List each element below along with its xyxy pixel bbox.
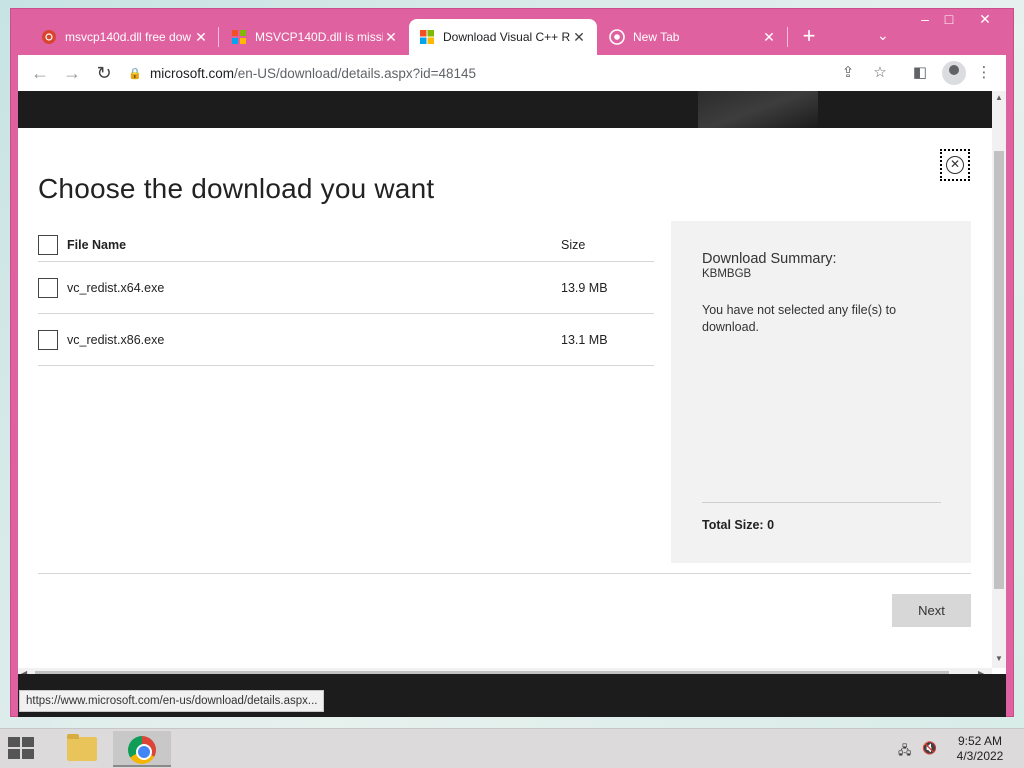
volume-muted-icon[interactable]: 🔇: [922, 741, 937, 755]
share-icon[interactable]: ⇪: [838, 63, 858, 83]
download-summary-panel: Download Summary: KBMBGB You have not se…: [671, 221, 971, 563]
forward-arrow-icon[interactable]: →: [60, 61, 84, 85]
column-header-file-name: File Name: [67, 237, 127, 252]
browser-window: msvcp140d.dll free dow ✕ MSVCP140D.dll i…: [10, 8, 1014, 717]
vertical-scroll-thumb[interactable]: [994, 151, 1004, 589]
column-header-size: Size: [561, 237, 586, 252]
windows-logo-icon: [22, 749, 34, 759]
bookmark-star-icon[interactable]: ☆: [870, 63, 890, 83]
summary-divider: [702, 502, 941, 503]
tab-close-icon[interactable]: ✕: [383, 29, 399, 46]
tab-close-icon[interactable]: ✕: [571, 29, 587, 46]
page-viewport: ✕ Choose the download you want File Name…: [18, 91, 1006, 674]
link-status-bubble: https://www.microsoft.com/en-us/download…: [19, 690, 325, 712]
file-list-header: File Name Size: [38, 228, 654, 262]
next-button[interactable]: Next: [892, 594, 971, 627]
tab-title: New Tab: [633, 30, 680, 44]
new-tab-button[interactable]: +: [797, 25, 821, 47]
close-dialog-button[interactable]: ✕: [940, 149, 970, 181]
file-checkbox[interactable]: [38, 277, 58, 298]
file-name: vc_redist.x64.exe: [67, 280, 165, 295]
profile-avatar-icon[interactable]: [942, 61, 966, 85]
windows-logo-icon: [8, 749, 20, 759]
chrome-icon: [609, 29, 625, 45]
tab-divider: [787, 27, 788, 47]
summary-title: Download Summary:: [702, 251, 837, 267]
summary-total: Total Size: 0: [702, 518, 774, 532]
windows-logo-icon: [232, 30, 246, 44]
folder-icon: [67, 734, 97, 761]
clock-time: 9:52 AM: [957, 734, 1003, 748]
file-checkbox[interactable]: [38, 329, 58, 350]
tab-new-tab[interactable]: New Tab ✕: [599, 19, 787, 55]
tab-title: Download Visual C++ R: [443, 30, 571, 44]
chrome-icon: [128, 736, 156, 764]
taskbar: 🖧 🔇 9:52 AM 4/3/2022: [0, 728, 1024, 768]
file-name: vc_redist.x86.exe: [67, 332, 165, 347]
tab-search-button[interactable]: ⌄: [877, 27, 889, 44]
kebab-menu-icon[interactable]: ⋮: [974, 63, 994, 83]
address-path: /en-US/download/details.aspx?id=48145: [234, 65, 477, 81]
page-hero-banner: [18, 91, 1006, 128]
address-host: microsoft.com: [150, 65, 235, 81]
back-arrow-icon[interactable]: ←: [28, 61, 52, 85]
lock-icon: 🔒: [128, 68, 142, 80]
select-all-checkbox[interactable]: [38, 234, 58, 255]
network-icon[interactable]: 🖧: [898, 741, 911, 762]
total-size-label: Total Size:: [702, 518, 768, 532]
taskbar-file-explorer[interactable]: [52, 731, 110, 767]
tab-divider: [218, 27, 219, 47]
file-list: File Name Size vc_redist.x64.exe 13.9 MB…: [38, 228, 654, 366]
file-row: vc_redist.x86.exe 13.1 MB: [38, 314, 654, 366]
scroll-up-arrow-icon[interactable]: ▲: [995, 93, 1003, 102]
summary-code: KBMBGB: [702, 268, 752, 280]
tab-close-icon[interactable]: ✕: [761, 29, 777, 46]
taskbar-clock[interactable]: 9:52 AM 4/3/2022: [950, 734, 1010, 764]
windows-logo-icon: [8, 737, 20, 747]
tab-strip: msvcp140d.dll free dow ✕ MSVCP140D.dll i…: [11, 9, 1013, 55]
microsoft-logo-icon: [420, 30, 434, 44]
reload-icon[interactable]: ↻: [92, 61, 116, 85]
dialog-footer-divider: [38, 573, 971, 574]
windows-logo-icon: [22, 737, 34, 747]
file-size: 13.9 MB: [561, 280, 608, 295]
summary-message: You have not selected any file(s) to dow…: [702, 303, 897, 334]
taskbar-chrome[interactable]: [113, 731, 171, 767]
tab-download-visual-cpp[interactable]: Download Visual C++ R ✕: [409, 19, 597, 55]
red-circle-icon: [42, 30, 56, 44]
start-button[interactable]: [8, 737, 34, 759]
close-circle-icon: ✕: [946, 156, 964, 174]
vertical-scrollbar[interactable]: ▲ ▼: [992, 91, 1006, 668]
file-row: vc_redist.x64.exe 13.9 MB: [38, 262, 654, 314]
tab-msvcp140d-free-download[interactable]: msvcp140d.dll free dow ✕: [31, 19, 219, 55]
clock-date: 4/3/2022: [956, 749, 1004, 763]
tab-title: MSVCP140D.dll is missi: [255, 30, 383, 44]
tab-msvcp140d-missing[interactable]: MSVCP140D.dll is missi ✕: [221, 19, 409, 55]
close-window-button[interactable]: ✕: [969, 11, 1001, 28]
side-panel-icon[interactable]: ◧: [910, 63, 930, 83]
address-bar[interactable]: 🔒 microsoft.com/en-US/download/details.a…: [128, 59, 854, 87]
tab-title: msvcp140d.dll free dow: [65, 30, 192, 44]
file-size: 13.1 MB: [561, 332, 608, 347]
scroll-down-arrow-icon[interactable]: ▼: [995, 654, 1003, 663]
browser-toolbar: ← → ↻ 🔒 microsoft.com/en-US/download/det…: [18, 55, 1006, 91]
maximize-button[interactable]: □: [933, 11, 965, 27]
total-size-value: 0: [767, 518, 775, 532]
download-dialog: ✕ Choose the download you want File Name…: [18, 128, 990, 674]
tab-close-icon[interactable]: ✕: [193, 29, 209, 46]
dialog-heading: Choose the download you want: [38, 173, 435, 204]
